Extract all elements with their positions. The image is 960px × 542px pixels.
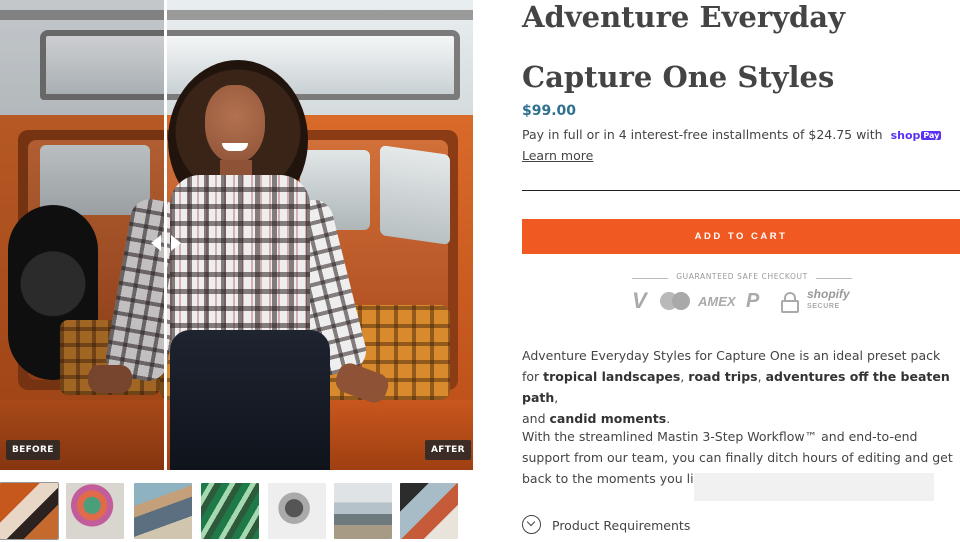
description-paragraph-1: Adventure Everyday Styles for Capture On… bbox=[522, 348, 950, 426]
shop-pay-brand: shop bbox=[890, 129, 921, 142]
shopify-secure-icon: shopify SECURE bbox=[807, 287, 850, 310]
visa-icon: V bbox=[632, 288, 647, 313]
shop-pay-suffix: Pay bbox=[921, 131, 942, 140]
lock-icon bbox=[780, 292, 800, 313]
after-label: AFTER bbox=[425, 440, 471, 460]
product-info: Adventure Everyday Capture One Styles $9… bbox=[522, 0, 960, 542]
paypal-icon: P bbox=[746, 290, 760, 312]
shop-pay-logo: shop Pay bbox=[891, 129, 942, 142]
before-overlay bbox=[0, 0, 165, 470]
product-description: Adventure Everyday Styles for Capture On… bbox=[522, 345, 960, 429]
before-label: BEFORE bbox=[6, 440, 60, 460]
installments-text: Pay in full or in 4 interest-free instal… bbox=[522, 127, 883, 142]
divider bbox=[522, 190, 960, 191]
thumbnail-2[interactable] bbox=[66, 483, 124, 539]
comparison-slider-handle[interactable] bbox=[151, 232, 181, 254]
thumbnail-6[interactable] bbox=[334, 483, 392, 539]
secure-checkout-label: GUARANTEED SAFE CHECKOUT bbox=[676, 272, 808, 281]
product-title: Adventure Everyday Capture One Styles bbox=[522, 2, 952, 92]
thumbnail-strip bbox=[0, 482, 473, 540]
secure-checkout-badges: GUARANTEED SAFE CHECKOUT V AMEX P shopif… bbox=[632, 272, 852, 318]
product-price: $99.00 bbox=[522, 103, 577, 119]
learn-more-link[interactable]: Learn more bbox=[522, 148, 593, 163]
product-image-gallery: BEFORE AFTER bbox=[0, 0, 473, 470]
mastercard-icon bbox=[660, 292, 690, 310]
product-title-line-1: Adventure Everyday bbox=[522, 0, 845, 34]
add-to-cart-button[interactable]: ADD TO CART bbox=[522, 219, 960, 254]
thumbnail-7[interactable] bbox=[400, 483, 458, 539]
amex-icon: AMEX bbox=[698, 294, 736, 309]
chevron-down-icon bbox=[522, 515, 541, 534]
product-requirements-label: Product Requirements bbox=[552, 518, 691, 533]
installments-notice: Pay in full or in 4 interest-free instal… bbox=[522, 127, 960, 142]
thumbnail-4[interactable] bbox=[201, 483, 259, 539]
product-title-line-2: Capture One Styles bbox=[522, 60, 835, 94]
thumbnail-5[interactable] bbox=[268, 483, 326, 539]
overlay-box bbox=[694, 473, 934, 501]
thumbnail-1[interactable] bbox=[0, 482, 59, 540]
thumbnail-3[interactable] bbox=[134, 483, 192, 539]
